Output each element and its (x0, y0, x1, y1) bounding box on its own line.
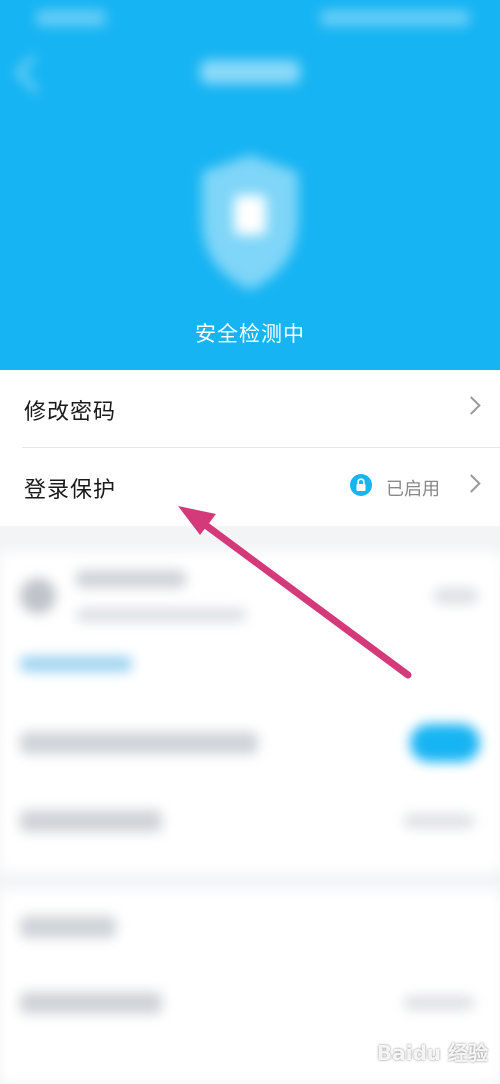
page-title (200, 60, 300, 84)
setting-value (404, 996, 474, 1010)
lock-icon (350, 474, 372, 496)
account-settings-card: 修改密码 登录保护 已启用 (0, 370, 500, 526)
device-status (434, 588, 478, 604)
setting-value (404, 814, 474, 828)
setting-label (20, 810, 162, 832)
chevron-right-icon (462, 474, 481, 493)
setting-label (20, 916, 116, 938)
login-protection-row[interactable]: 登录保护 已启用 (0, 448, 500, 525)
status-bar-right (320, 10, 470, 26)
chevron-right-icon (462, 396, 481, 415)
link-text (20, 656, 132, 672)
setting-label (20, 732, 258, 754)
setting-label (20, 992, 162, 1014)
security-status-text: 安全检测中 (195, 322, 305, 346)
device-detail (76, 608, 246, 622)
login-protection-label: 登录保护 (24, 478, 117, 503)
device-name (76, 570, 186, 588)
change-password-label: 修改密码 (24, 400, 117, 425)
watermark-logo: Baidu 经验 (376, 1041, 488, 1065)
status-bar-left (36, 10, 106, 26)
change-password-row[interactable]: 修改密码 (0, 370, 500, 448)
login-protection-status: 已启用 (386, 479, 440, 500)
device-card (0, 552, 500, 712)
toggle-switch (410, 724, 480, 762)
device-icon (20, 578, 56, 614)
blurred-content (0, 526, 500, 1084)
security-header: 安全检测中 (0, 0, 500, 370)
back-arrow-icon[interactable] (15, 55, 53, 93)
shield-icon (180, 140, 320, 300)
